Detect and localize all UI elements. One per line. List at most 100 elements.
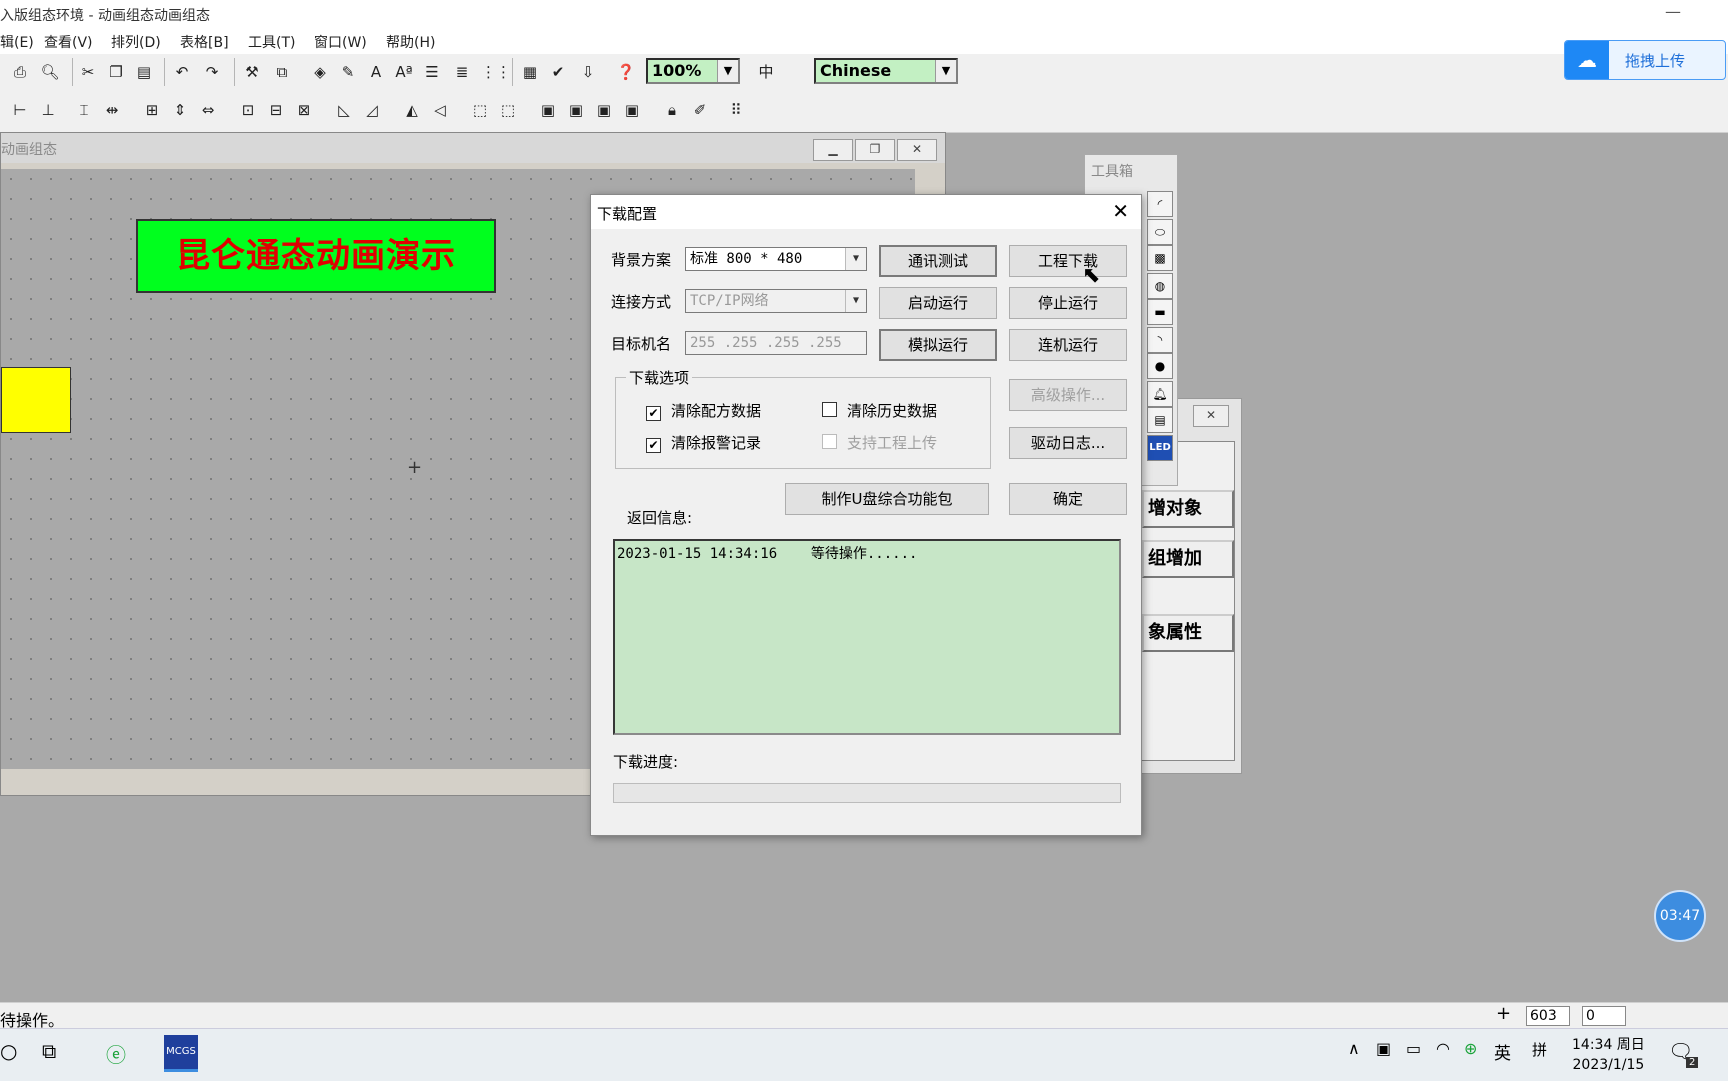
same-width-icon[interactable]: ⊟: [264, 98, 288, 122]
chevron-down-icon[interactable]: ▼: [845, 248, 866, 270]
cut-icon[interactable]: ✂: [76, 60, 100, 84]
simulate-run-button[interactable]: 模拟运行: [879, 329, 997, 361]
minimize-button[interactable]: —: [1665, 2, 1681, 21]
indicator-tool-icon[interactable]: ●: [1147, 353, 1173, 379]
font-color-icon[interactable]: A: [364, 60, 388, 84]
clear-alarm-checkbox[interactable]: ✔ 清除报警记录: [646, 432, 761, 453]
copy-icon[interactable]: ❐: [104, 60, 128, 84]
tools-icon[interactable]: ⚒: [240, 60, 264, 84]
align-middle-icon[interactable]: ⇹: [100, 98, 124, 122]
check-icon[interactable]: ✔: [546, 60, 570, 84]
ellipse-tool-icon[interactable]: ⬭: [1147, 219, 1173, 245]
print-preview-icon[interactable]: 🔍︎: [38, 60, 62, 84]
align-left-icon[interactable]: ⊢: [8, 98, 32, 122]
image-tool-icon[interactable]: ▩: [1147, 245, 1173, 271]
group-icon[interactable]: ⬚: [468, 98, 492, 122]
clear-history-checkbox[interactable]: 清除历史数据: [822, 400, 937, 421]
tray-app-icon[interactable]: ▣: [1376, 1039, 1391, 1058]
print-icon[interactable]: ⎙: [8, 60, 32, 84]
globe-tool-icon[interactable]: ◍: [1147, 273, 1173, 299]
fill-color-icon[interactable]: ◈: [308, 60, 332, 84]
rotate-left-icon[interactable]: ◺: [332, 98, 356, 122]
lock-icon[interactable]: 🔒︎: [660, 98, 684, 122]
comm-test-button[interactable]: 通讯测试: [879, 245, 997, 277]
group-add-button[interactable]: 组增加: [1142, 540, 1234, 578]
online-run-button[interactable]: 连机运行: [1009, 329, 1127, 361]
search-icon[interactable]: ○: [0, 1039, 17, 1063]
battery-icon[interactable]: ▭: [1406, 1039, 1421, 1058]
curve-tool-icon[interactable]: ◝: [1147, 327, 1173, 353]
yellow-rectangle[interactable]: [1, 367, 71, 433]
flip-h-icon[interactable]: ◭: [400, 98, 424, 122]
make-usb-button[interactable]: 制作U盘综合功能包: [785, 483, 989, 515]
send-back-icon[interactable]: ▣: [564, 98, 588, 122]
align-center-icon[interactable]: ⌶: [72, 98, 96, 122]
same-height-icon[interactable]: ⊠: [292, 98, 316, 122]
upload-button[interactable]: ☁ 拖拽上传: [1564, 40, 1726, 80]
help-pointer-icon[interactable]: ❓: [614, 60, 638, 84]
line-width-icon[interactable]: ≣: [450, 60, 474, 84]
undo-icon[interactable]: ↶: [170, 60, 194, 84]
clear-recipe-checkbox[interactable]: ✔ 清除配方数据: [646, 400, 761, 421]
security-icon[interactable]: ⊕: [1464, 1039, 1477, 1058]
clock[interactable]: 14:34 周日 2023/1/15: [1572, 1035, 1645, 1075]
properties-icon[interactable]: ▦: [518, 60, 542, 84]
arc-tool-icon[interactable]: ◜: [1147, 191, 1173, 217]
center-icon[interactable]: ⊞: [140, 98, 164, 122]
unlock-icon[interactable]: ✐: [688, 98, 712, 122]
menu-tools[interactable]: 工具(T): [248, 32, 295, 52]
grid-icon[interactable]: ⋮⋮: [480, 60, 511, 84]
browser-icon[interactable]: ⓔ: [106, 1039, 126, 1068]
chevron-down-icon[interactable]: ▼: [935, 60, 956, 82]
ime-mode[interactable]: 拼: [1532, 1039, 1547, 1060]
chevron-down-icon[interactable]: ▼: [717, 60, 738, 82]
language-select[interactable]: Chinese ▼: [814, 58, 958, 84]
chevron-down-icon[interactable]: ▼: [845, 290, 866, 312]
menu-window[interactable]: 窗口(W): [314, 32, 367, 52]
line-color-icon[interactable]: ✎: [336, 60, 360, 84]
child-restore-button[interactable]: ❐: [855, 139, 895, 161]
stack-tool-icon[interactable]: ▤: [1147, 407, 1173, 433]
add-object-button[interactable]: 增对象: [1142, 490, 1234, 528]
grid-layout-icon[interactable]: ⠿: [724, 98, 748, 122]
close-icon[interactable]: ✕: [1112, 199, 1129, 223]
return-info-log[interactable]: 2023-01-15 14:34:16 等待操作......: [613, 539, 1121, 735]
target-field[interactable]: 255 .255 .255 .255: [685, 331, 867, 355]
download-icon[interactable]: ⇩: [576, 60, 600, 84]
v-center-icon[interactable]: ⇕: [168, 98, 192, 122]
zoom-select[interactable]: 100% ▼: [646, 58, 740, 84]
support-upload-checkbox[interactable]: 支持工程上传: [822, 432, 937, 453]
wifi-icon[interactable]: ◠: [1436, 1039, 1450, 1058]
project-download-button[interactable]: 工程下载: [1009, 245, 1127, 277]
advanced-button[interactable]: 高级操作...: [1009, 379, 1127, 411]
redo-icon[interactable]: ↷: [200, 60, 224, 84]
menu-help[interactable]: 帮助(H): [386, 32, 435, 52]
language-switch-icon[interactable]: 中: [754, 60, 778, 84]
align-bottom-icon[interactable]: ⊥: [36, 98, 60, 122]
menu-edit[interactable]: 辑(E): [0, 32, 34, 52]
chevron-up-icon[interactable]: ∧: [1348, 1039, 1360, 1058]
menu-arrange[interactable]: 排列(D): [111, 32, 161, 52]
object-properties-button[interactable]: 象属性: [1142, 614, 1234, 652]
flip-v-icon[interactable]: ◁: [428, 98, 452, 122]
panel-close-button[interactable]: ✕: [1193, 405, 1229, 427]
meter-tool-icon[interactable]: ▬: [1147, 299, 1173, 325]
recording-timer[interactable]: 03:47: [1654, 890, 1706, 942]
child-close-button[interactable]: ✕: [897, 139, 937, 161]
forward-icon[interactable]: ▣: [592, 98, 616, 122]
font-icon[interactable]: Aª: [392, 60, 416, 84]
menu-table[interactable]: 表格[B]: [180, 32, 229, 52]
headline-label[interactable]: 昆仑通态动画演示: [136, 219, 496, 293]
stop-run-button[interactable]: 停止运行: [1009, 287, 1127, 319]
ungroup-icon[interactable]: ⬚: [496, 98, 520, 122]
start-run-button[interactable]: 启动运行: [879, 287, 997, 319]
rotate-right-icon[interactable]: ◿: [360, 98, 384, 122]
mcgs-app-icon[interactable]: MCGS: [164, 1035, 198, 1072]
child-minimize-button[interactable]: ▁: [813, 139, 853, 161]
order-icon[interactable]: ⧉: [270, 60, 294, 84]
bring-front-icon[interactable]: ▣: [536, 98, 560, 122]
led-tool-icon[interactable]: LED: [1147, 435, 1173, 461]
driver-log-button[interactable]: 驱动日志...: [1009, 427, 1127, 459]
backward-icon[interactable]: ▣: [620, 98, 644, 122]
ime-language[interactable]: 英: [1494, 1039, 1511, 1064]
